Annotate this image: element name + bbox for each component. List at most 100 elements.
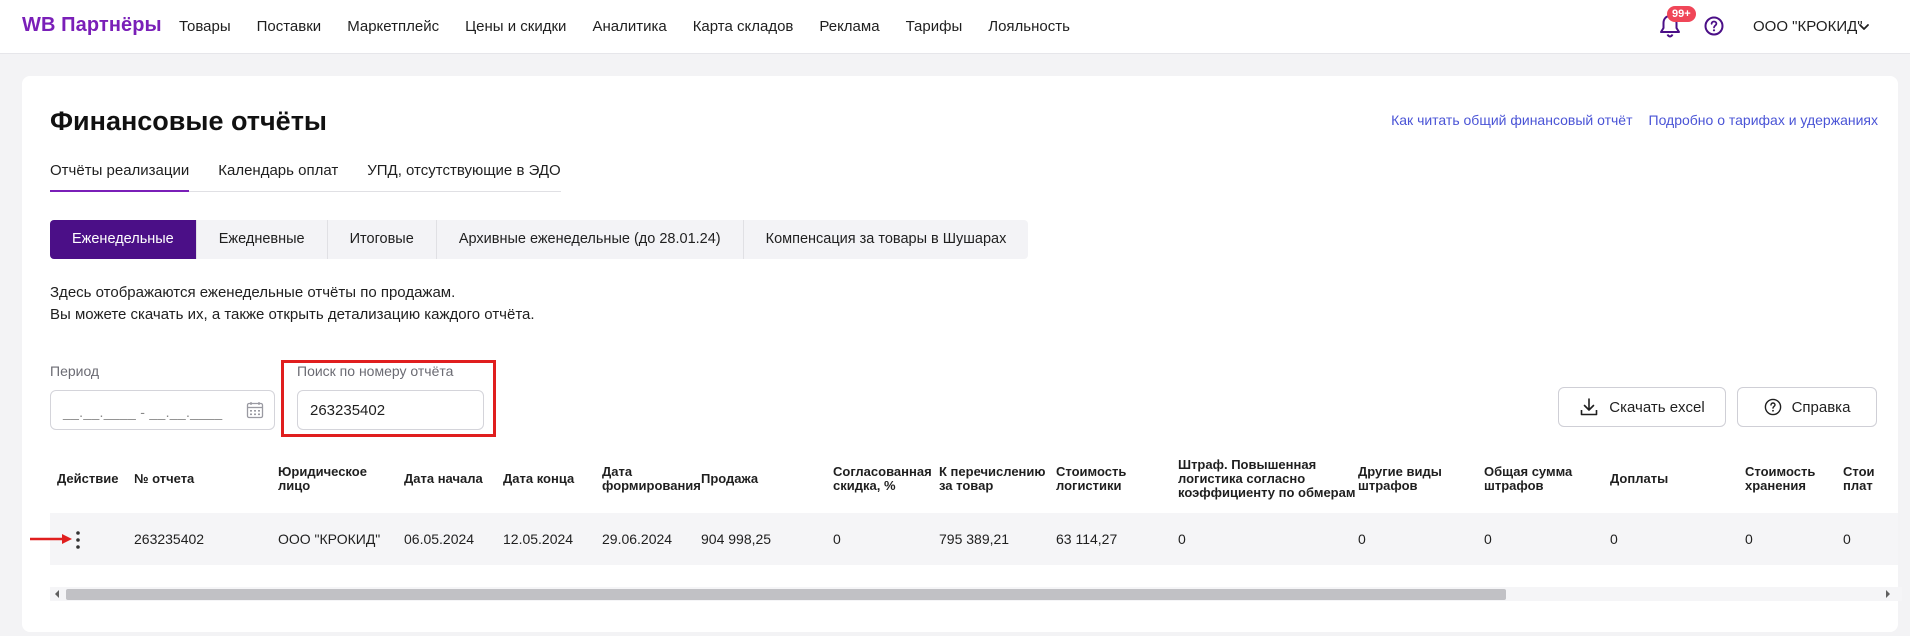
col-header-date-start: Дата начала: [404, 472, 483, 486]
segment-shushary-compensation[interactable]: Компенсация за товары в Шушарах: [744, 220, 1029, 259]
cell-date-start: 06.05.2024: [404, 531, 475, 547]
header-text: Дата конца: [503, 471, 575, 486]
col-header-legal-entity: Юридическое лицо: [278, 465, 367, 493]
link-tariffs-details[interactable]: Подробно о тарифах и удержаниях: [1649, 112, 1879, 128]
download-icon: [1580, 398, 1598, 416]
header-text: коэффициенту по обмерам: [1178, 485, 1356, 500]
more-vertical-icon[interactable]: [75, 530, 81, 550]
header-text: Штраф. Повышенная: [1178, 457, 1317, 472]
cell-to-transfer: 795 389,21: [939, 531, 1010, 547]
top-bar: WB Партнёры Товары Поставки Маркетплейс …: [0, 0, 1910, 54]
cell-cut-off: 0: [1843, 531, 1851, 547]
notifications-badge: 99+: [1667, 6, 1696, 22]
header-text: за товар: [939, 478, 994, 493]
content-card: Финансовые отчёты Как читать общий финан…: [22, 76, 1902, 632]
col-header-other-fines: Другие виды штрафов: [1358, 465, 1442, 493]
period-label: Период: [50, 363, 100, 379]
brand-logo[interactable]: WB Партнёры: [22, 14, 162, 37]
col-header-discount: Согласованная скидка, %: [833, 465, 932, 493]
description-line-2: Вы можете скачать их, а также открыть де…: [50, 306, 535, 323]
header-text: лицо: [278, 478, 311, 493]
col-header-action: Действие: [57, 472, 118, 486]
header-text: Согласованная: [833, 464, 932, 479]
header-text: Стоимость: [1745, 464, 1816, 479]
tab-sales-reports[interactable]: Отчёты реализации: [50, 162, 190, 192]
nav-item-marketplace[interactable]: Маркетплейс: [347, 18, 439, 35]
red-arrow-icon: [30, 534, 72, 544]
period-type-switch: Еженедельные Ежедневные Итоговые Архивны…: [50, 220, 1029, 259]
nav-item-supplies[interactable]: Поставки: [257, 18, 322, 35]
cell-report-number[interactable]: 263235402: [134, 531, 204, 547]
col-header-date-formed: Дата формирования: [602, 465, 701, 493]
header-text: Дата: [602, 464, 633, 479]
tab-payment-calendar[interactable]: Календарь оплат: [218, 162, 338, 191]
period-value: __.__.____ - __.__.____: [63, 404, 223, 420]
segment-totals[interactable]: Итоговые: [328, 220, 437, 259]
scroll-right-icon[interactable]: [1884, 589, 1892, 599]
help-label: Справка: [1791, 398, 1851, 416]
header-text: Другие виды: [1358, 464, 1442, 479]
nav-item-goods[interactable]: Товары: [179, 18, 231, 35]
period-picker[interactable]: __.__.____ - __.__.____: [50, 390, 275, 430]
question-icon: [1764, 398, 1781, 416]
cell-other-fines: 0: [1358, 531, 1366, 547]
nav-item-ads[interactable]: Реклама: [819, 18, 879, 35]
header-text: Стоимость: [1056, 464, 1127, 479]
link-how-to-read-report[interactable]: Как читать общий финансовый отчёт: [1391, 112, 1632, 128]
header-text: скидка, %: [833, 478, 896, 493]
nav-item-loyalty[interactable]: Лояльность: [988, 18, 1070, 35]
cell-logistics-cost: 63 114,27: [1056, 531, 1118, 547]
cell-sales: 904 998,25: [701, 531, 772, 547]
col-header-surcharges: Доплаты: [1610, 472, 1668, 486]
description-line-1: Здесь отображаются еженедельные отчёты п…: [50, 284, 456, 301]
col-header-date-end: Дата конца: [503, 472, 574, 486]
nav-item-tariffs[interactable]: Тарифы: [906, 18, 963, 35]
scrollbar-thumb[interactable]: [66, 589, 1506, 600]
page-description: Здесь отображаются еженедельные отчёты п…: [50, 282, 535, 326]
nav-item-analytics[interactable]: Аналитика: [592, 18, 666, 35]
main-nav: Товары Поставки Маркетплейс Цены и скидк…: [179, 18, 1096, 35]
header-text: Общая сумма: [1484, 464, 1573, 479]
tab-upd-missing[interactable]: УПД, отсутствующие в ЭДО: [367, 162, 560, 191]
header-text: логистики: [1056, 478, 1122, 493]
cell-date-end: 12.05.2024: [503, 531, 574, 547]
col-header-to-transfer: К перечислению за товар: [939, 465, 1046, 493]
nav-item-prices[interactable]: Цены и скидки: [465, 18, 566, 35]
header-text: Дата начала: [404, 471, 483, 486]
header-text: плат: [1843, 478, 1873, 493]
col-header-storage-cost: Стоимость хранения: [1745, 465, 1815, 493]
calendar-icon[interactable]: [246, 401, 264, 419]
cell-total-fines: 0: [1484, 531, 1492, 547]
account-name[interactable]: ООО "КРОКИД": [1753, 18, 1863, 35]
col-header-logistics-cost: Стоимость логистики: [1056, 465, 1126, 493]
cell-surcharges: 0: [1610, 531, 1618, 547]
segment-archive-weekly[interactable]: Архивные еженедельные (до 28.01.24): [437, 220, 744, 259]
cell-legal-entity: ООО "КРОКИД": [278, 531, 381, 547]
header-text: К перечислению: [939, 464, 1046, 479]
scroll-left-icon[interactable]: [53, 589, 61, 599]
cell-storage-cost: 0: [1745, 531, 1753, 547]
help-circle-icon[interactable]: [1704, 16, 1724, 36]
header-text: формирования: [602, 478, 701, 493]
cell-date-formed: 29.06.2024: [602, 531, 673, 547]
header-text: логистика согласно: [1178, 471, 1306, 486]
segment-daily[interactable]: Ежедневные: [197, 220, 328, 259]
help-links: Как читать общий финансовый отчёт Подроб…: [1375, 112, 1878, 128]
chevron-down-icon[interactable]: [1857, 20, 1871, 34]
header-text: хранения: [1745, 478, 1806, 493]
header-text: Продажа: [701, 471, 759, 486]
header-text: Действие: [57, 471, 119, 486]
header-text: штрафов: [1358, 478, 1418, 493]
cell-discount: 0: [833, 531, 841, 547]
col-header-total-fines: Общая сумма штрафов: [1484, 465, 1572, 493]
highlight-frame: [281, 360, 496, 437]
nav-item-warehouse-map[interactable]: Карта складов: [693, 18, 794, 35]
report-tabs: Отчёты реализации Календарь оплат УПД, о…: [50, 162, 561, 192]
download-excel-button[interactable]: Скачать excel: [1558, 387, 1726, 427]
header-text: Юридическое: [278, 464, 367, 479]
header-text: № отчета: [134, 471, 195, 486]
segment-weekly[interactable]: Еженедельные: [50, 220, 197, 259]
help-button[interactable]: Справка: [1737, 387, 1877, 427]
download-excel-label: Скачать excel: [1609, 398, 1705, 416]
header-text: Доплаты: [1610, 471, 1669, 486]
